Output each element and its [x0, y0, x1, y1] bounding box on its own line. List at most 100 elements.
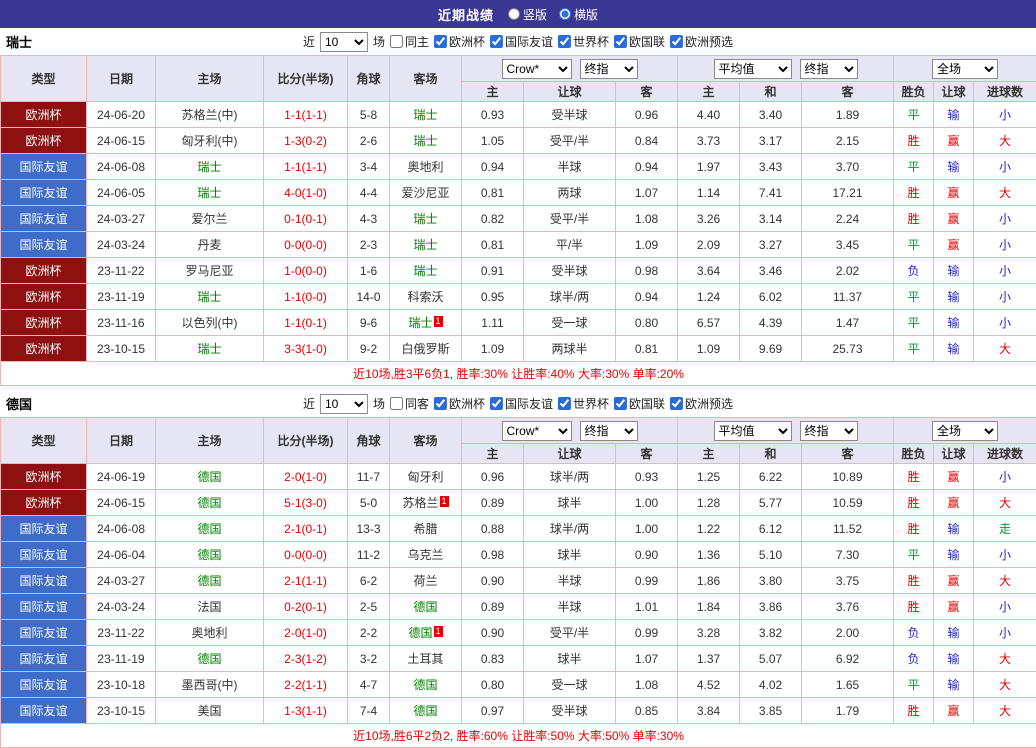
match-count-select[interactable]: 10	[320, 394, 368, 414]
home-team-name: 瑞士	[197, 290, 221, 304]
corner-score: 9-2	[348, 336, 390, 362]
competition-option[interactable]: 世界杯	[558, 395, 609, 412]
section-summary: 近10场,胜3平6负1, 胜率:30% 让胜率:40% 大率:30% 单率:20…	[1, 362, 1036, 386]
away-team: 瑞士	[390, 102, 462, 128]
sub-header: 客	[802, 444, 894, 464]
competition-option[interactable]: 欧国联	[614, 395, 665, 412]
match-date: 24-03-24	[87, 232, 156, 258]
euro-away-odds: 1.47	[802, 310, 894, 336]
match-row: 欧洲杯23-11-19瑞士1-1(0-0)14-0科索沃0.95球半/两0.94…	[1, 284, 1036, 310]
euro-away-odds: 6.92	[802, 646, 894, 672]
euro-away-odds: 2.02	[802, 258, 894, 284]
competition-checkbox[interactable]	[614, 397, 627, 410]
home-team: 苏格兰(中)	[156, 102, 264, 128]
asian-handicap: 球半	[524, 646, 616, 672]
team-section: 德国近10场同客欧洲杯国际友谊世界杯欧国联欧洲预选类型日期主场比分(半场)角球客…	[0, 390, 1036, 748]
competition-label: 欧洲预选	[685, 395, 733, 412]
result-outcome: 平	[894, 672, 934, 698]
competition-checkbox[interactable]	[670, 35, 683, 48]
asian-odds-source-select[interactable]: Crow*	[502, 59, 572, 79]
asian-away-odds: 1.09	[616, 232, 678, 258]
result-goals: 小	[974, 258, 1036, 284]
result-outcome: 平	[894, 102, 934, 128]
away-team: 德国1	[390, 620, 462, 646]
competition-option[interactable]: 欧洲预选	[670, 33, 733, 50]
asian-odds-source-select[interactable]: Crow*	[502, 421, 572, 441]
match-count-select[interactable]: 10	[320, 32, 368, 52]
match-score: 1-0(0-0)	[264, 258, 348, 284]
corner-score: 4-4	[348, 180, 390, 206]
away-team-name: 瑞士	[413, 134, 437, 148]
same-venue-checkbox[interactable]	[390, 35, 403, 48]
same-venue-option[interactable]: 同主	[390, 33, 429, 50]
euro-home-odds: 1.84	[678, 594, 740, 620]
scope-select[interactable]: 全场	[932, 421, 998, 441]
competition-option[interactable]: 欧洲预选	[670, 395, 733, 412]
odds-source-header: 全场	[894, 56, 1036, 82]
competition-option[interactable]: 欧洲杯	[434, 395, 485, 412]
euro-odds-source-select[interactable]: 平均值	[714, 421, 792, 441]
same-venue-option[interactable]: 同客	[390, 395, 429, 412]
corner-score: 2-3	[348, 232, 390, 258]
layout-option[interactable]: 横版	[559, 6, 598, 23]
corner-score: 2-6	[348, 128, 390, 154]
asian-away-odds: 0.81	[616, 336, 678, 362]
competition-option[interactable]: 欧洲杯	[434, 33, 485, 50]
match-date: 24-06-05	[87, 180, 156, 206]
layout-option[interactable]: 竖版	[508, 6, 547, 23]
competition-badge: 国际友谊	[1, 206, 87, 232]
competition-option[interactable]: 国际友谊	[490, 395, 553, 412]
scope-select[interactable]: 全场	[932, 59, 998, 79]
match-date: 23-11-19	[87, 284, 156, 310]
result-handicap: 赢	[934, 698, 974, 724]
competition-checkbox[interactable]	[558, 397, 571, 410]
match-row: 欧洲杯24-06-20苏格兰(中)1-1(1-1)5-8瑞士0.93受半球0.9…	[1, 102, 1036, 128]
layout-radio[interactable]	[559, 8, 571, 20]
header-date: 日期	[87, 418, 156, 464]
corner-score: 6-2	[348, 568, 390, 594]
competition-checkbox[interactable]	[670, 397, 683, 410]
result-handicap: 输	[934, 284, 974, 310]
competition-option[interactable]: 世界杯	[558, 33, 609, 50]
layout-radio[interactable]	[508, 8, 520, 20]
competition-checkbox[interactable]	[434, 397, 447, 410]
corner-score: 3-2	[348, 646, 390, 672]
competition-checkbox[interactable]	[558, 35, 571, 48]
euro-draw-odds: 3.82	[740, 620, 802, 646]
match-date: 23-10-15	[87, 698, 156, 724]
euro-odds-time-select[interactable]: 终指	[800, 59, 858, 79]
competition-checkbox[interactable]	[490, 35, 503, 48]
result-handicap: 输	[934, 154, 974, 180]
same-venue-checkbox[interactable]	[390, 397, 403, 410]
euro-odds-time-select[interactable]: 终指	[800, 421, 858, 441]
euro-odds-source-select[interactable]: 平均值	[714, 59, 792, 79]
corner-score: 9-6	[348, 310, 390, 336]
home-team: 瑞士	[156, 180, 264, 206]
away-team: 奥地利	[390, 154, 462, 180]
header-score: 比分(半场)	[264, 418, 348, 464]
euro-away-odds: 25.73	[802, 336, 894, 362]
asian-home-odds: 0.95	[462, 284, 524, 310]
match-row: 国际友谊23-10-15美国1-3(1-1)7-4德国0.97受半球0.853.…	[1, 698, 1036, 724]
competition-option[interactable]: 国际友谊	[490, 33, 553, 50]
asian-away-odds: 0.99	[616, 620, 678, 646]
sub-header: 主	[462, 444, 524, 464]
competition-checkbox[interactable]	[490, 397, 503, 410]
sub-header: 和	[740, 82, 802, 102]
euro-home-odds: 1.14	[678, 180, 740, 206]
asian-odds-time-select[interactable]: 终指	[580, 59, 638, 79]
competition-checkbox[interactable]	[434, 35, 447, 48]
competition-label: 欧洲杯	[449, 395, 485, 412]
home-team-name: 以色列(中)	[182, 316, 238, 330]
matches-table: 类型日期主场比分(半场)角球客场Crow*终指平均值终指全场主让球客主和客胜负让…	[0, 417, 1036, 748]
asian-odds-time-select[interactable]: 终指	[580, 421, 638, 441]
sub-header: 让球	[934, 82, 974, 102]
euro-draw-odds: 6.22	[740, 464, 802, 490]
euro-draw-odds: 5.77	[740, 490, 802, 516]
home-team: 匈牙利(中)	[156, 128, 264, 154]
euro-draw-odds: 5.10	[740, 542, 802, 568]
asian-handicap: 球半	[524, 542, 616, 568]
competition-checkbox[interactable]	[614, 35, 627, 48]
asian-home-odds: 0.93	[462, 102, 524, 128]
competition-option[interactable]: 欧国联	[614, 33, 665, 50]
